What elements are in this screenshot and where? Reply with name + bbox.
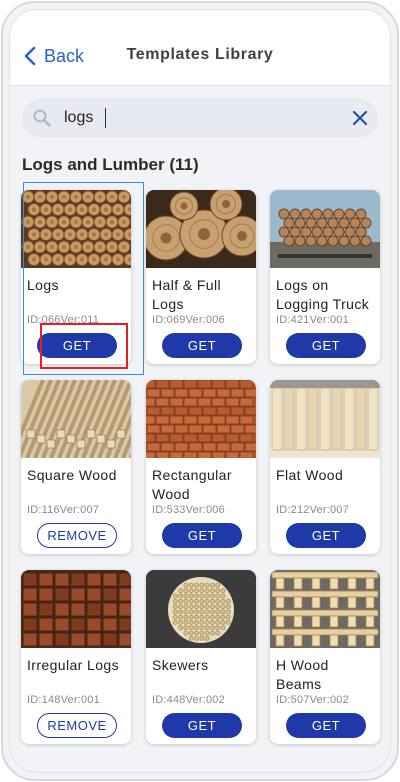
- template-card[interactable]: Half & Full Logs ID:069Ver:006 GET: [146, 190, 256, 364]
- template-card[interactable]: Irregular Logs ID:148Ver:001 REMOVE: [21, 570, 131, 744]
- template-name: Half & Full Logs: [152, 277, 221, 312]
- template-name: H Wood Beams: [276, 657, 329, 692]
- template-card[interactable]: Square Wood ID:116Ver:007 REMOVE: [21, 380, 131, 554]
- template-name: Logs on Logging Truck: [276, 277, 370, 312]
- get-button[interactable]: GET: [162, 333, 242, 358]
- template-thumbnail: [270, 380, 380, 458]
- search-icon: [33, 109, 51, 127]
- template-thumbnail: [21, 190, 131, 268]
- template-name: Square Wood: [27, 467, 117, 483]
- template-id-version: ID:448Ver:002: [152, 694, 225, 706]
- template-card[interactable]: Skewers ID:448Ver:002 GET: [146, 570, 256, 744]
- template-card[interactable]: Flat Wood ID:212Ver:007 GET: [270, 380, 380, 554]
- template-card[interactable]: Rectangular Wood ID:533Ver:006 GET: [146, 380, 256, 554]
- template-id-version: ID:507Ver:002: [276, 694, 349, 706]
- get-button[interactable]: GET: [162, 523, 242, 548]
- device-frame: Back Templates Library Logs and Lumber (…: [1, 1, 399, 781]
- template-card[interactable]: Logs ID:066Ver:011 GET: [21, 190, 131, 364]
- template-id-version: ID:148Ver:001: [27, 694, 100, 706]
- remove-button[interactable]: REMOVE: [37, 713, 117, 738]
- top-navigation-bar: Back Templates Library: [10, 10, 390, 86]
- template-thumbnail: [21, 570, 131, 648]
- remove-button[interactable]: REMOVE: [37, 523, 117, 548]
- get-button[interactable]: GET: [286, 713, 366, 738]
- get-button[interactable]: GET: [286, 523, 366, 548]
- template-id-version: ID:116Ver:007: [27, 504, 100, 516]
- search-input[interactable]: [64, 107, 314, 129]
- template-name: Rectangular Wood: [152, 467, 232, 502]
- template-thumbnail: [146, 570, 256, 648]
- close-icon[interactable]: [350, 108, 370, 128]
- template-name: Irregular Logs: [27, 657, 119, 673]
- template-thumbnail: [270, 190, 380, 268]
- template-thumbnail: [146, 380, 256, 458]
- section-title: Logs and Lumber (11): [22, 155, 199, 174]
- template-card[interactable]: Logs on Logging Truck ID:421Ver:001 GET: [270, 190, 380, 364]
- get-button[interactable]: GET: [162, 713, 242, 738]
- template-card[interactable]: H Wood Beams ID:507Ver:002 GET: [270, 570, 380, 744]
- get-button[interactable]: GET: [286, 333, 366, 358]
- search-bar: [22, 98, 378, 138]
- screen: Back Templates Library Logs and Lumber (…: [9, 9, 391, 773]
- template-grid: Logs ID:066Ver:011 GET Half & Full Logs ID:0…: [21, 185, 381, 745]
- template-id-version: ID:066Ver:011: [27, 314, 100, 326]
- template-id-version: ID:212Ver:007: [276, 504, 349, 516]
- template-thumbnail: [270, 570, 380, 648]
- template-name: Skewers: [152, 657, 209, 673]
- template-name: Flat Wood: [276, 467, 344, 483]
- text-cursor: [105, 108, 106, 128]
- template-id-version: ID:421Ver:001: [276, 314, 349, 326]
- template-thumbnail: [146, 190, 256, 268]
- page-title: Templates Library: [126, 46, 274, 63]
- template-thumbnail: [21, 380, 131, 458]
- template-name: Logs: [27, 277, 59, 293]
- template-id-version: ID:533Ver:006: [152, 504, 225, 516]
- template-id-version: ID:069Ver:006: [152, 314, 225, 326]
- get-button[interactable]: GET: [37, 333, 117, 358]
